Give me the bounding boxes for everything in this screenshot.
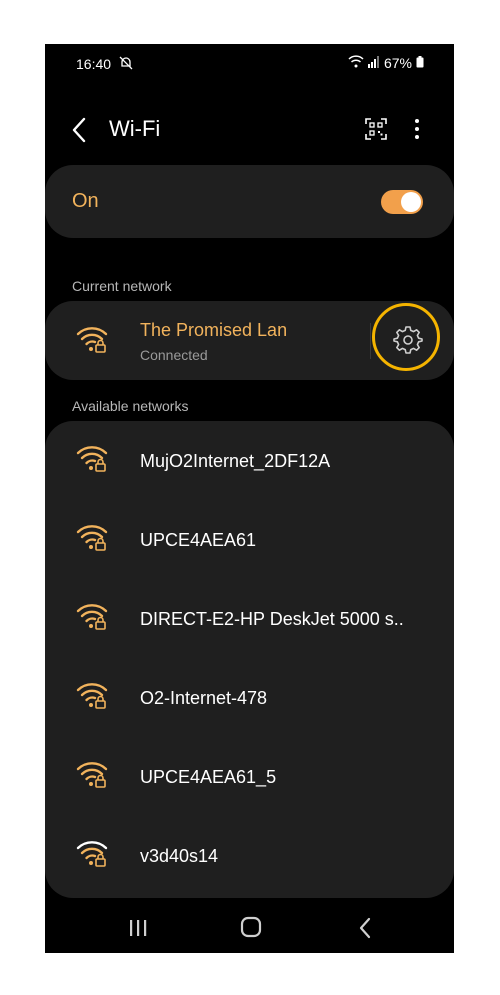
wifi-lock-icon bbox=[76, 445, 108, 473]
phone-screen: 16:40 67% Wi-Fi On Current network The P… bbox=[45, 44, 454, 953]
network-name: O2-Internet-478 bbox=[140, 688, 268, 708]
back-icon[interactable] bbox=[69, 116, 91, 144]
network-row[interactable]: UPCE4AEA61_5 bbox=[45, 737, 454, 816]
current-network-name: The Promised Lan bbox=[140, 320, 288, 340]
network-name: v3d40s14 bbox=[140, 846, 219, 866]
status-bar: 16:40 67% bbox=[45, 44, 454, 82]
network-name: DIRECT-E2-HP DeskJet 5000 s.. bbox=[140, 609, 404, 629]
network-name: UPCE4AEA61 bbox=[140, 530, 257, 550]
network-name: UPCE4AEA61_5 bbox=[140, 767, 277, 787]
wifi-icon bbox=[348, 55, 364, 71]
signal-icon bbox=[367, 55, 380, 71]
wifi-lock-icon bbox=[76, 840, 108, 868]
wifi-lock-icon bbox=[76, 524, 108, 552]
status-right-icons: 67% bbox=[348, 55, 424, 71]
recent-apps-icon[interactable] bbox=[127, 917, 149, 939]
network-row[interactable]: v3d40s14 bbox=[45, 816, 454, 895]
network-row[interactable]: UPCE4AEA61 bbox=[45, 500, 454, 579]
dnd-off-icon bbox=[119, 56, 133, 73]
divider bbox=[370, 323, 371, 359]
network-name: MujO2Internet_2DF12A bbox=[140, 451, 331, 471]
battery-percent: 67% bbox=[383, 55, 412, 71]
nav-back-icon[interactable] bbox=[357, 916, 373, 940]
current-network-status: Connected bbox=[140, 347, 208, 363]
wifi-lock-icon bbox=[76, 682, 108, 710]
network-row[interactable]: MujO2Internet_2DF12A bbox=[45, 421, 454, 500]
header: Wi-Fi bbox=[45, 110, 454, 150]
qr-code-icon[interactable] bbox=[365, 118, 387, 140]
navigation-bar bbox=[45, 904, 454, 953]
home-icon[interactable] bbox=[240, 916, 262, 938]
page-title: Wi-Fi bbox=[109, 116, 161, 141]
network-row[interactable]: O2-Internet-478 bbox=[45, 658, 454, 737]
wifi-lock-icon bbox=[76, 603, 108, 631]
network-row[interactable]: DIRECT-E2-HP DeskJet 5000 s.. bbox=[45, 579, 454, 658]
wifi-toggle-switch[interactable] bbox=[381, 190, 423, 214]
status-time: 16:40 bbox=[76, 56, 112, 72]
available-networks-list: MujO2Internet_2DF12A UPCE4AEA61 DIRECT-E… bbox=[45, 421, 454, 898]
wifi-lock-icon bbox=[76, 761, 108, 789]
gear-icon[interactable] bbox=[393, 324, 423, 354]
current-network-section-label: Current network bbox=[72, 278, 172, 294]
battery-icon bbox=[416, 55, 424, 71]
more-options-icon[interactable] bbox=[408, 116, 426, 142]
wifi-toggle-card[interactable]: On bbox=[45, 165, 454, 238]
wifi-lock-icon bbox=[76, 326, 108, 354]
wifi-toggle-label: On bbox=[72, 190, 99, 212]
toggle-knob bbox=[401, 192, 421, 212]
available-networks-section-label: Available networks bbox=[72, 398, 189, 414]
